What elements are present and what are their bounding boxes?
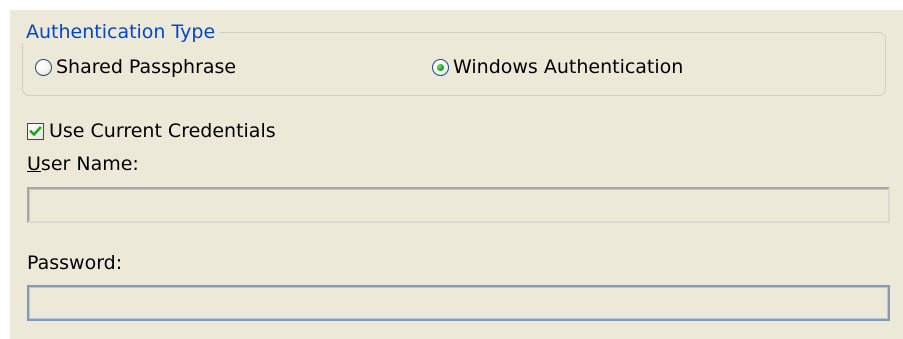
radio-selected-icon[interactable] [432,58,449,76]
radio-windows-authentication[interactable]: Windows Authentication [432,56,683,78]
authentication-type-legend: Authentication Type [22,21,220,43]
radio-unselected-icon[interactable] [35,58,52,76]
use-current-credentials-checkbox[interactable]: Use Current Credentials [27,120,276,142]
user-name-mnemonic: U [27,153,41,175]
user-name-input[interactable] [27,187,890,223]
user-name-label-rest: ser Name: [40,153,139,175]
authentication-panel: Authentication Type Shared Passphrase Wi… [10,10,903,339]
radio-shared-passphrase[interactable]: Shared Passphrase [35,56,236,78]
password-input[interactable] [27,285,890,321]
radio-windows-authentication-label: Windows Authentication [453,56,684,78]
password-label: Password: [27,252,123,274]
checkmark-icon [29,125,42,136]
radio-shared-passphrase-label: Shared Passphrase [56,56,237,78]
use-current-credentials-label: Use Current Credentials [49,120,276,142]
checkbox-checked-icon[interactable] [27,122,44,140]
user-name-label: User Name: [27,153,139,175]
